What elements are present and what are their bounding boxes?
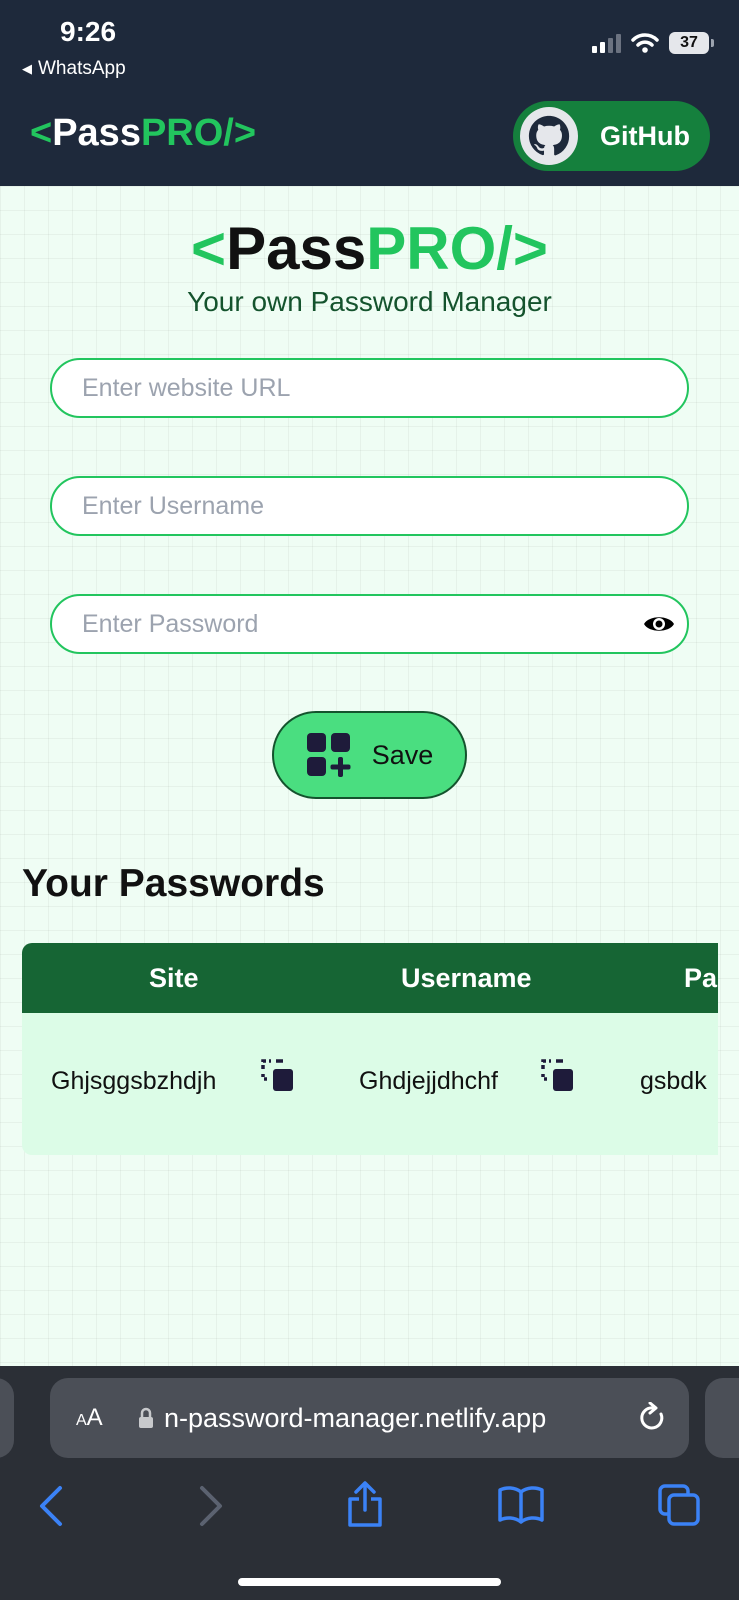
table-header: Site Username Pa bbox=[22, 943, 718, 1013]
logo-bracket: < bbox=[30, 112, 53, 154]
wifi-icon bbox=[631, 33, 659, 53]
back-app-label: WhatsApp bbox=[38, 58, 126, 79]
cell-site: Ghjsggsbzhdjh bbox=[51, 1067, 217, 1095]
save-button[interactable]: Save bbox=[272, 711, 467, 799]
address-bar[interactable]: AA n-password-manager.netlify.app bbox=[50, 1378, 689, 1458]
forward-chevron-icon[interactable] bbox=[198, 1484, 224, 1528]
logo-pro: PRO/> bbox=[140, 112, 257, 154]
status-icons: 37 bbox=[592, 32, 714, 54]
passwords-heading: Your Passwords bbox=[22, 862, 325, 905]
hero-logo-pass: Pass bbox=[226, 215, 367, 282]
add-grid-icon bbox=[306, 733, 351, 777]
back-triangle-icon: ◀ bbox=[22, 61, 32, 76]
password-input[interactable] bbox=[82, 609, 622, 639]
website-url-input[interactable] bbox=[82, 373, 622, 403]
github-icon bbox=[520, 107, 578, 165]
username-input[interactable] bbox=[82, 491, 622, 521]
show-password-eye-icon[interactable] bbox=[643, 610, 675, 638]
browser-bottom-bar: AA n-password-manager.netlify.app bbox=[0, 1366, 739, 1600]
reload-icon[interactable] bbox=[637, 1402, 667, 1434]
top-bar: 9:26 ◀ WhatsApp 37 <PassPRO/> GitHub bbox=[0, 0, 739, 186]
prev-tab-edge[interactable] bbox=[0, 1378, 14, 1458]
share-icon[interactable] bbox=[346, 1480, 384, 1528]
lock-icon bbox=[139, 1407, 153, 1428]
column-username: Username bbox=[401, 963, 532, 993]
website-url-field[interactable] bbox=[50, 358, 689, 418]
home-indicator[interactable] bbox=[238, 1578, 501, 1586]
copy-site-icon[interactable] bbox=[261, 1057, 295, 1093]
table-row: Ghjsggsbzhdjh Ghdjejjdhchf gsbdk bbox=[22, 1013, 718, 1155]
main-content: <PassPRO/> Your own Password Manager Sav… bbox=[0, 186, 739, 1366]
github-button[interactable]: GitHub bbox=[513, 101, 710, 171]
hero-logo-bracket: < bbox=[191, 215, 227, 282]
reader-options-button[interactable]: AA bbox=[76, 1404, 138, 1432]
nav-logo[interactable]: <PassPRO/> bbox=[30, 112, 256, 155]
hero-logo: <PassPRO/> bbox=[0, 214, 739, 283]
passwords-table[interactable]: Site Username Pa Ghjsggsbzhdjh Ghdjejjdh… bbox=[22, 943, 718, 1155]
username-field[interactable] bbox=[50, 476, 689, 536]
tagline: Your own Password Manager bbox=[187, 286, 552, 317]
cellular-signal-icon bbox=[592, 33, 621, 53]
github-label: GitHub bbox=[600, 120, 690, 151]
hero-logo-pro: PRO/> bbox=[366, 215, 548, 282]
back-chevron-icon[interactable] bbox=[38, 1484, 64, 1528]
cell-username: Ghdjejjdhchf bbox=[359, 1067, 498, 1095]
back-to-app-link[interactable]: ◀ WhatsApp bbox=[22, 58, 126, 80]
tabs-icon[interactable] bbox=[658, 1484, 700, 1526]
copy-username-icon[interactable] bbox=[541, 1057, 575, 1093]
column-password: Pa bbox=[684, 963, 718, 993]
battery-indicator: 37 bbox=[669, 32, 714, 54]
column-site: Site bbox=[149, 963, 199, 993]
aa-large: A bbox=[86, 1404, 103, 1431]
logo-pass: Pass bbox=[52, 112, 141, 154]
aa-small: A bbox=[76, 1412, 87, 1429]
bookmarks-icon[interactable] bbox=[498, 1484, 544, 1524]
cell-password: gsbdk bbox=[640, 1067, 707, 1095]
browser-toolbar bbox=[0, 1476, 739, 1546]
status-time: 9:26 bbox=[60, 16, 117, 47]
url-text: n-password-manager.netlify.app bbox=[164, 1402, 547, 1433]
save-label: Save bbox=[371, 739, 434, 770]
password-field[interactable] bbox=[50, 594, 689, 654]
next-tab-edge[interactable] bbox=[705, 1378, 739, 1458]
